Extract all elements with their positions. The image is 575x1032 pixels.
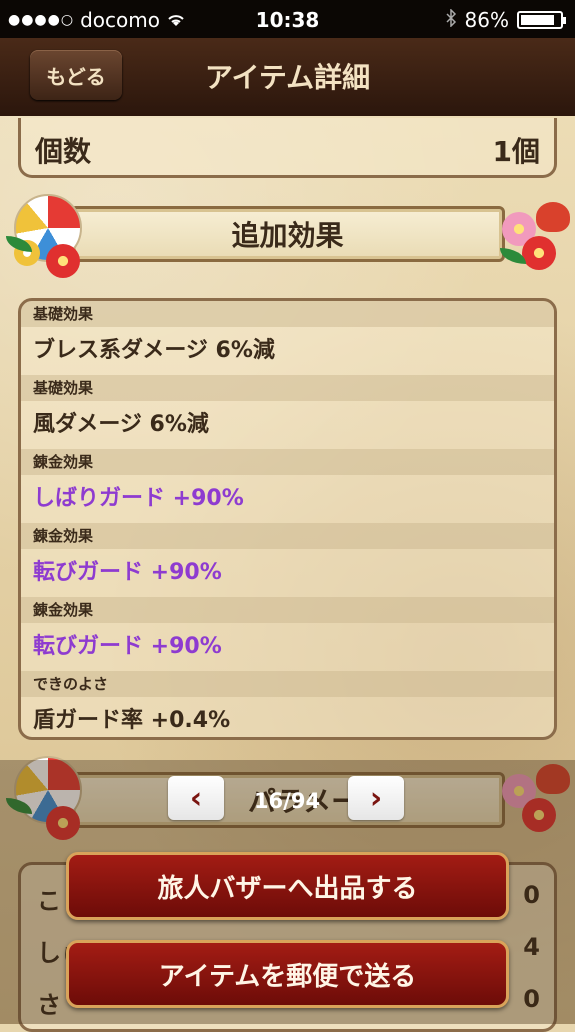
count-value: 1個	[492, 135, 540, 168]
battery-percent: 86%	[464, 8, 509, 32]
effects-header: 追加効果	[70, 206, 505, 262]
effect-value: 盾ガード率 +0.4%	[33, 708, 231, 733]
status-bar: ●●●●○ docomo 10:38 86%	[0, 0, 575, 38]
hibiscus-icon	[522, 236, 556, 270]
effect-category: 錬金効果	[21, 597, 554, 623]
effect-category: できのよさ	[21, 671, 554, 697]
effect-category: 基礎効果	[21, 301, 554, 327]
count-label: 個数	[35, 135, 92, 168]
effect-value: 転びガード +90%	[33, 560, 222, 585]
effect-value: 転びガード +90%	[33, 634, 222, 659]
page-title: アイテム詳細	[204, 61, 371, 94]
effect-value: しばりガード +90%	[33, 486, 244, 511]
nav-bar: もどる アイテム詳細	[0, 38, 575, 119]
slime-icon	[536, 202, 570, 232]
chevron-left-icon: ‹	[189, 780, 203, 816]
bluetooth-icon	[445, 8, 457, 32]
sell-bazaar-button[interactable]: 旅人バザーへ出品する	[66, 852, 509, 920]
effect-value: ブレス系ダメージ 6%減	[33, 338, 275, 363]
effect-category: 錬金効果	[21, 523, 554, 549]
prev-button[interactable]: ‹	[168, 776, 224, 820]
chevron-right-icon: ›	[369, 780, 383, 816]
effect-category: 錬金効果	[21, 449, 554, 475]
status-right: 86%	[445, 8, 566, 32]
effect-category: 基礎効果	[21, 375, 554, 401]
pager-indicator: 16/94	[253, 789, 321, 813]
battery-icon	[517, 11, 566, 29]
effect-value: 風ダメージ 6%減	[33, 412, 209, 437]
hibiscus-icon	[46, 244, 80, 278]
send-mail-button[interactable]: アイテムを郵便で送る	[66, 940, 509, 1008]
count-box: 個数 1個	[18, 118, 557, 178]
next-button[interactable]: ›	[348, 776, 404, 820]
effects-list: 基礎効果 ブレス系ダメージ 6%減 基礎効果 風ダメージ 6%減 錬金効果 しば…	[18, 298, 557, 740]
